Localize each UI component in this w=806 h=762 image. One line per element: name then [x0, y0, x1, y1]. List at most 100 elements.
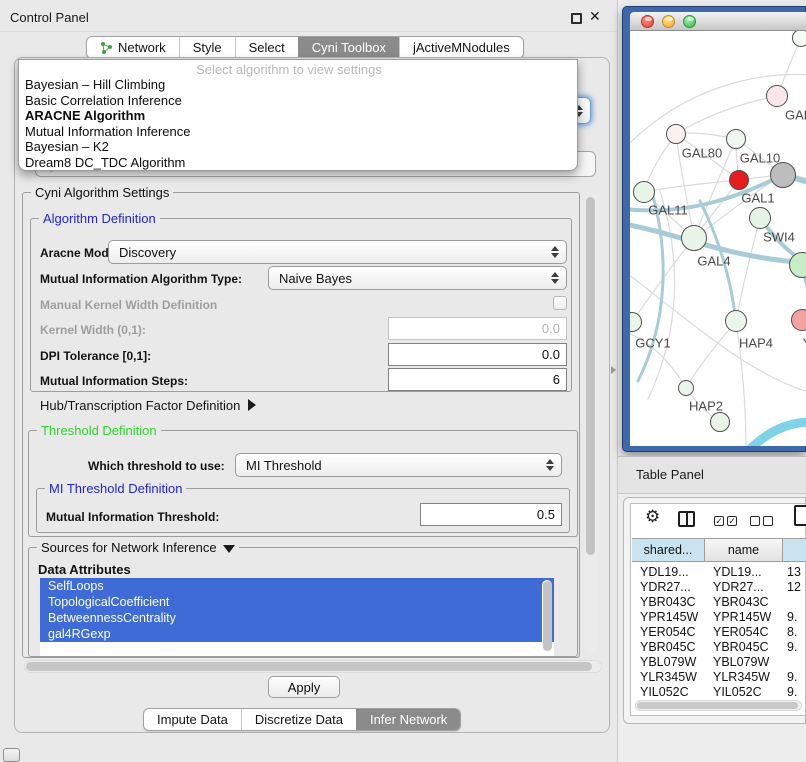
table-cell[interactable]: 13 — [787, 565, 801, 579]
network-edge[interactable] — [686, 321, 736, 388]
settings-scrollbar-thumb[interactable] — [586, 197, 595, 555]
network-node[interactable] — [710, 412, 730, 432]
network-edge[interactable] — [676, 96, 777, 134]
tab-style[interactable]: Style — [179, 37, 235, 58]
algorithm-option[interactable]: Bayesian – Hill Climbing — [21, 77, 575, 93]
network-edge[interactable] — [644, 180, 739, 192]
table-cell[interactable]: YPR145W — [640, 610, 698, 624]
table-cell[interactable]: YBL079W — [713, 655, 769, 669]
expand-arrow-icon[interactable] — [248, 399, 256, 411]
algorithm-option[interactable]: Mutual Information Inference — [21, 124, 575, 140]
table-horizontal-scrollbar-thumb[interactable] — [637, 702, 798, 709]
unchecked-checkbox-icon[interactable] — [750, 516, 760, 526]
mi-steps-field[interactable]: 6 — [388, 368, 567, 391]
attributes-scrollbar-thumb[interactable] — [543, 581, 552, 651]
attribute-list-item[interactable]: TopologicalCoefficient — [40, 594, 554, 610]
manual-kernel-checkbox[interactable] — [553, 296, 567, 310]
network-node-gal1[interactable] — [729, 170, 749, 190]
tab-jactivemnodules[interactable]: jActiveMNodules — [399, 37, 523, 58]
network-node-gal80[interactable] — [666, 124, 686, 144]
settings-horizontal-scrollbar-thumb[interactable] — [26, 662, 592, 671]
document-icon[interactable] — [794, 505, 806, 526]
checked-checkbox-icon[interactable]: ✓ — [714, 516, 724, 526]
bottom-tab-impute-data[interactable]: Impute Data — [144, 709, 241, 730]
panel-grip-icon[interactable] — [3, 748, 20, 762]
tab-select[interactable]: Select — [235, 37, 298, 58]
network-window-titlebar[interactable] — [630, 12, 806, 31]
bottom-tab-infer-network[interactable]: Infer Network — [356, 709, 460, 730]
algorithm-option[interactable]: ARACNE Algorithm — [21, 108, 575, 124]
network-edge[interactable] — [736, 218, 760, 321]
table-cell[interactable]: 9. — [787, 670, 797, 684]
checked-checkbox-icon[interactable]: ✓ — [727, 516, 737, 526]
mi-type-combobox[interactable]: Naive Bayes — [268, 266, 567, 290]
tab-cyni-toolbox[interactable]: Cyni Toolbox — [298, 37, 399, 58]
network-node-y[interactable] — [791, 309, 806, 331]
table-cell[interactable]: 8. — [787, 625, 797, 639]
table-cell[interactable]: YBR043C — [713, 595, 769, 609]
network-node-gal4[interactable] — [681, 225, 707, 251]
which-threshold-combobox[interactable]: MI Threshold — [235, 453, 562, 477]
bottom-tab-discretize-data[interactable]: Discretize Data — [241, 709, 356, 730]
table-cell[interactable]: YIL052C — [640, 685, 689, 699]
columns-icon[interactable] — [678, 511, 695, 527]
settings-scrollbar[interactable] — [584, 193, 597, 653]
network-node-hap2[interactable] — [678, 380, 694, 396]
tab-network[interactable]: Network — [87, 37, 179, 58]
table-column-header[interactable] — [783, 538, 806, 562]
unchecked-checkbox-icon[interactable] — [763, 516, 773, 526]
attribute-list-item[interactable]: gal4RGexp — [40, 626, 554, 642]
attributes-scrollbar[interactable] — [542, 580, 552, 654]
table-cell[interactable]: 9. — [787, 685, 797, 699]
hub-definition-expander[interactable]: Hub/Transcription Factor Definition — [40, 398, 256, 413]
table-cell[interactable]: YER054C — [713, 625, 769, 639]
table-cell[interactable]: YDL19... — [713, 565, 762, 579]
dpi-tolerance-field[interactable]: 0.0 — [388, 343, 567, 366]
algorithm-option[interactable]: Basic Correlation Inference — [21, 93, 575, 109]
table-column-header[interactable]: shared... — [632, 538, 705, 562]
close-icon[interactable]: ✕ — [589, 8, 601, 25]
network-node[interactable] — [792, 31, 806, 47]
data-attributes-list[interactable]: SelfLoopsTopologicalCoefficientBetweenne… — [40, 578, 554, 656]
table-cell[interactable]: YBR045C — [640, 640, 696, 654]
network-node-swi4[interactable] — [749, 207, 771, 229]
network-node[interactable] — [770, 162, 796, 188]
table-cell[interactable]: YBR043C — [640, 595, 696, 609]
table-cell[interactable]: YLR345W — [640, 670, 697, 684]
network-edge[interactable] — [748, 422, 806, 446]
network-node-gal11[interactable] — [633, 181, 655, 203]
table-horizontal-scrollbar[interactable] — [635, 700, 802, 711]
network-node-gal[interactable] — [766, 85, 788, 107]
network-node-gal10[interactable] — [726, 129, 746, 149]
apply-button[interactable]: Apply — [268, 676, 340, 698]
table-cell[interactable]: 9. — [787, 610, 797, 624]
table-cell[interactable]: YIL052C — [713, 685, 762, 699]
network-node-hap4[interactable] — [725, 310, 747, 332]
table-cell[interactable]: YBL079W — [640, 655, 696, 669]
table-column-header[interactable]: name — [705, 538, 783, 562]
table-cell[interactable]: YLR345W — [713, 670, 770, 684]
gear-icon[interactable]: ⚙ — [645, 507, 660, 527]
table-cell[interactable]: 9. — [787, 640, 797, 654]
table-cell[interactable]: 12 — [787, 580, 801, 594]
window-minimize-button[interactable] — [662, 15, 675, 28]
window-close-button[interactable] — [641, 15, 654, 28]
table-cell[interactable]: YER054C — [640, 625, 696, 639]
attribute-list-item[interactable]: SelfLoops — [40, 578, 554, 594]
panel-splitter[interactable] — [617, 0, 618, 762]
network-canvas[interactable]: GALGAL80GAL10GAL1GAL11SWI4GAL4GCY1HAP4YH… — [630, 31, 806, 446]
splitter-grip-icon[interactable] — [611, 366, 616, 374]
algorithm-option[interactable]: Dream8 DC_TDC Algorithm — [21, 155, 575, 171]
collapse-arrow-icon[interactable] — [223, 545, 235, 553]
settings-horizontal-scrollbar[interactable] — [24, 660, 602, 673]
aracne-mode-combobox[interactable]: Discovery — [108, 240, 567, 264]
kernel-width-field[interactable]: 0.0 — [388, 317, 567, 340]
table-cell[interactable]: YPR145W — [713, 610, 771, 624]
algorithm-option[interactable]: Bayesian – K2 — [21, 139, 575, 155]
table-cell[interactable]: YDR27... — [713, 580, 764, 594]
attribute-list-item[interactable]: BetweennessCentrality — [40, 610, 554, 626]
table-cell[interactable]: YDR27... — [640, 580, 691, 594]
window-zoom-button[interactable] — [683, 15, 696, 28]
float-panel-icon[interactable] — [571, 13, 582, 24]
mi-threshold-field[interactable]: 0.5 — [420, 503, 562, 526]
